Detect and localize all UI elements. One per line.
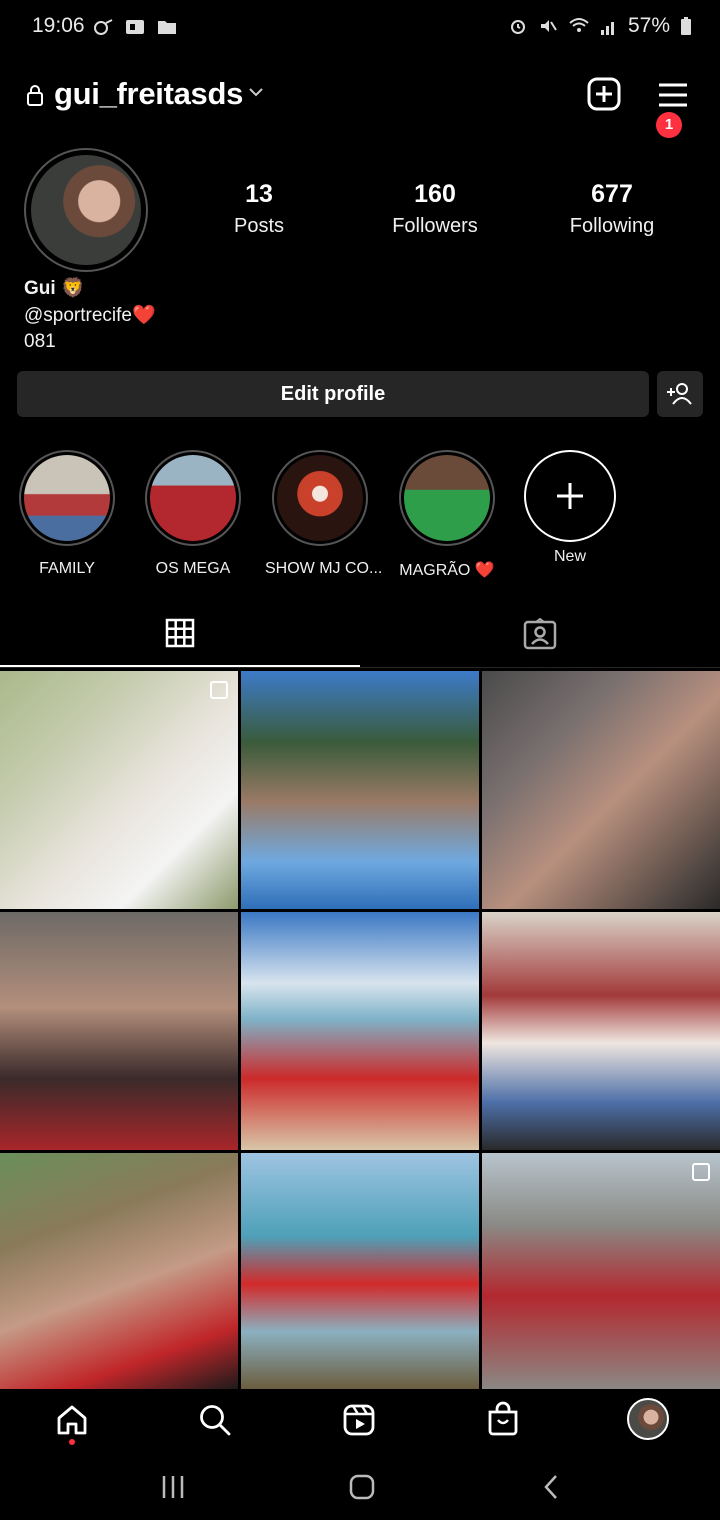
bio-line-1[interactable]: @sportrecife❤️ — [24, 303, 156, 327]
battery-percent: 57% — [627, 14, 670, 37]
highlight-thumb — [24, 455, 110, 541]
post-thumbnail-6[interactable] — [482, 912, 720, 1150]
profile-name: Gui 🦁 — [24, 278, 85, 299]
recent-apps-icon[interactable] — [160, 1474, 186, 1500]
bio-line-2: 081 — [24, 331, 56, 352]
highlight-thumb — [150, 455, 236, 541]
highlight-show-mj[interactable]: SHOW MJ CO... — [265, 450, 383, 578]
posts-count: 13 — [245, 180, 273, 208]
post-thumbnail-8[interactable] — [241, 1153, 479, 1391]
status-notification-icons — [92, 16, 178, 38]
following-count: 677 — [591, 180, 633, 208]
username[interactable]: gui_freitasds — [54, 76, 243, 112]
followers-stat[interactable]: 160 Followers — [355, 180, 515, 238]
discover-people-button[interactable] — [657, 371, 703, 417]
post-thumbnail-4[interactable] — [0, 912, 238, 1150]
home-system-icon[interactable] — [349, 1474, 375, 1500]
status-time: 19:06 — [32, 14, 85, 37]
following-label: Following — [569, 215, 655, 237]
highlight-thumb — [277, 455, 363, 541]
notification-badge: 1 — [656, 112, 682, 138]
menu-icon[interactable] — [656, 76, 690, 112]
posts-stat[interactable]: 13 Posts — [179, 180, 339, 238]
highlight-label: OS MEGA — [155, 560, 231, 577]
highlight-new[interactable]: New — [515, 450, 625, 566]
tagged-tab-icon[interactable] — [523, 618, 557, 650]
lock-icon — [27, 85, 43, 106]
highlight-os-mega[interactable]: OS MEGA — [138, 450, 248, 578]
followers-count: 160 — [414, 180, 456, 208]
highlight-family[interactable]: FAMILY — [12, 450, 122, 578]
wifi-icon — [569, 18, 589, 32]
new-post-icon[interactable] — [586, 76, 622, 112]
mute-icon — [540, 20, 557, 32]
avatar[interactable] — [31, 155, 141, 265]
post-thumbnail-7[interactable] — [0, 1153, 238, 1391]
active-tab-indicator — [0, 665, 360, 667]
shop-icon[interactable] — [486, 1401, 520, 1437]
highlight-label: FAMILY — [39, 560, 95, 577]
post-thumbnail-9[interactable] — [482, 1153, 720, 1391]
home-icon[interactable] — [55, 1403, 89, 1437]
highlight-label: New — [553, 548, 586, 565]
status-right-group: 57% — [508, 14, 692, 38]
reels-icon[interactable] — [342, 1403, 376, 1437]
plus-icon — [557, 483, 583, 509]
edit-profile-button[interactable]: Edit profile — [17, 371, 649, 417]
post-thumbnail-3[interactable] — [482, 671, 720, 909]
highlight-thumb — [404, 455, 490, 541]
profile-avatar-tab[interactable] — [627, 1398, 669, 1440]
notification-icon — [94, 19, 113, 35]
highlight-label: SHOW MJ CO... — [265, 560, 383, 577]
system-navigation-bar — [0, 1452, 720, 1520]
highlight-label: MAGRÃO ❤️ — [399, 562, 495, 579]
post-thumbnail-5[interactable] — [241, 912, 479, 1150]
multi-post-icon — [692, 1163, 710, 1181]
grid-tab-icon[interactable] — [165, 618, 195, 648]
followers-label: Followers — [392, 215, 478, 237]
home-activity-dot — [69, 1439, 75, 1445]
folder-icon — [158, 21, 176, 34]
search-icon[interactable] — [198, 1403, 232, 1437]
following-stat[interactable]: 677 Following — [532, 180, 692, 238]
tab-separator — [0, 667, 720, 668]
bottom-navigation — [0, 1389, 720, 1451]
post-thumbnail-2[interactable] — [241, 671, 479, 909]
signal-icon — [600, 22, 614, 35]
multi-post-icon — [210, 681, 228, 699]
posts-label: Posts — [233, 215, 285, 237]
profile-header: gui_freitasds 1 — [0, 70, 720, 138]
app-icon — [126, 20, 144, 34]
highlight-magrao[interactable]: MAGRÃO ❤️ — [392, 450, 502, 580]
menu-button[interactable]: 1 — [656, 76, 720, 138]
status-bar: 19:06 57% — [0, 0, 720, 56]
add-person-icon — [667, 383, 692, 405]
alarm-icon — [510, 20, 525, 34]
chevron-down-icon[interactable] — [248, 86, 264, 98]
battery-icon — [681, 17, 691, 35]
post-thumbnail-1[interactable] — [0, 671, 238, 909]
back-icon[interactable] — [540, 1474, 564, 1500]
